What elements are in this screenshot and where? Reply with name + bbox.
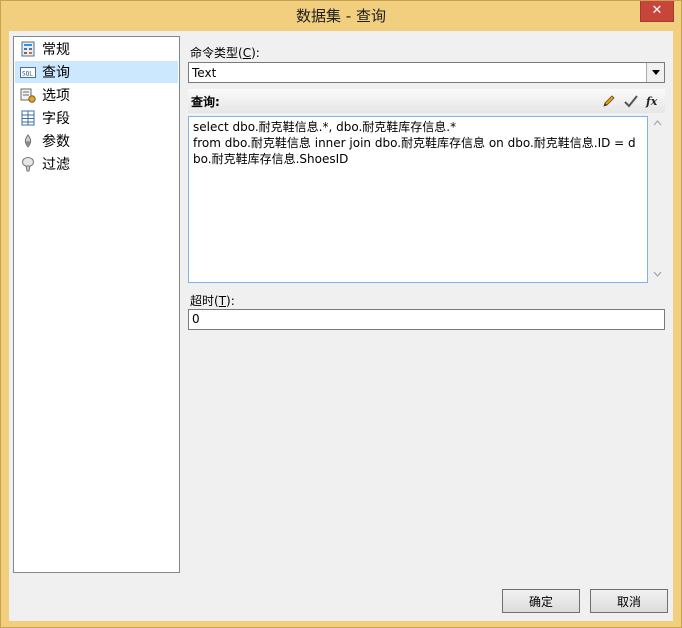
sidebar-nav: 常规 SQL 查询 选项 字段 参数 过滤 — [13, 36, 180, 573]
timeout-label: 超时(T): — [190, 294, 235, 308]
options-icon — [20, 87, 36, 103]
dropdown-button[interactable] — [646, 63, 664, 82]
command-type-select[interactable]: Text — [188, 62, 665, 83]
validate-check-icon[interactable] — [623, 93, 639, 109]
command-type-label: 命令类型(C): — [190, 46, 260, 60]
sidebar-item-options[interactable]: 选项 — [15, 84, 178, 106]
function-fx-icon[interactable]: fx — [645, 93, 661, 109]
sidebar-item-parameters[interactable]: 参数 — [15, 130, 178, 152]
dialog-client-area: 常规 SQL 查询 选项 字段 参数 过滤 命令类型(C): Text 查询: … — [9, 31, 673, 621]
query-icon: SQL — [20, 64, 36, 80]
command-type-value: Text — [192, 66, 217, 80]
chevron-down-icon — [651, 70, 660, 75]
sidebar-item-label: 查询 — [42, 65, 70, 81]
svg-text:SQL: SQL — [22, 71, 33, 78]
title-bar[interactable]: 数据集 - 查询 ✕ — [1, 1, 681, 31]
scroll-down-icon[interactable] — [653, 271, 662, 277]
filter-icon — [20, 156, 36, 172]
svg-text:fx: fx — [645, 95, 658, 108]
edit-pencil-icon[interactable] — [601, 93, 617, 109]
sidebar-item-query[interactable]: SQL 查询 — [15, 61, 178, 83]
timeout-access-key: T — [218, 294, 227, 308]
parameters-icon — [20, 133, 36, 149]
window-title: 数据集 - 查询 — [296, 7, 386, 25]
sidebar-item-label: 选项 — [42, 88, 70, 104]
query-editor-scrollbar[interactable] — [650, 116, 665, 283]
fields-icon — [20, 110, 36, 126]
sidebar-item-filter[interactable]: 过滤 — [15, 153, 178, 175]
command-type-access-key: C — [242, 46, 252, 60]
cancel-button[interactable]: 取消 — [590, 589, 668, 613]
query-text-editor[interactable]: select dbo.耐克鞋信息.*, dbo.耐克鞋库存信息.* from d… — [188, 116, 648, 283]
query-toolbar: 查询: fx — [188, 89, 665, 113]
timeout-input[interactable]: 0 — [188, 309, 665, 330]
sidebar-item-fields[interactable]: 字段 — [15, 107, 178, 129]
ok-button[interactable]: 确定 — [502, 589, 580, 613]
sidebar-item-label: 参数 — [42, 134, 70, 150]
scroll-up-icon[interactable] — [653, 120, 662, 126]
dialog-window: 数据集 - 查询 ✕ 常规 SQL 查询 选项 字段 参数 过滤 命令类型(C)… — [0, 0, 682, 628]
sidebar-item-label: 常规 — [42, 42, 70, 58]
close-button[interactable]: ✕ — [640, 1, 674, 22]
general-icon — [20, 41, 36, 57]
sidebar-item-label: 字段 — [42, 111, 70, 127]
sidebar-item-label: 过滤 — [42, 157, 70, 173]
query-label: 查询: — [191, 95, 220, 109]
sidebar-item-general[interactable]: 常规 — [15, 38, 178, 60]
